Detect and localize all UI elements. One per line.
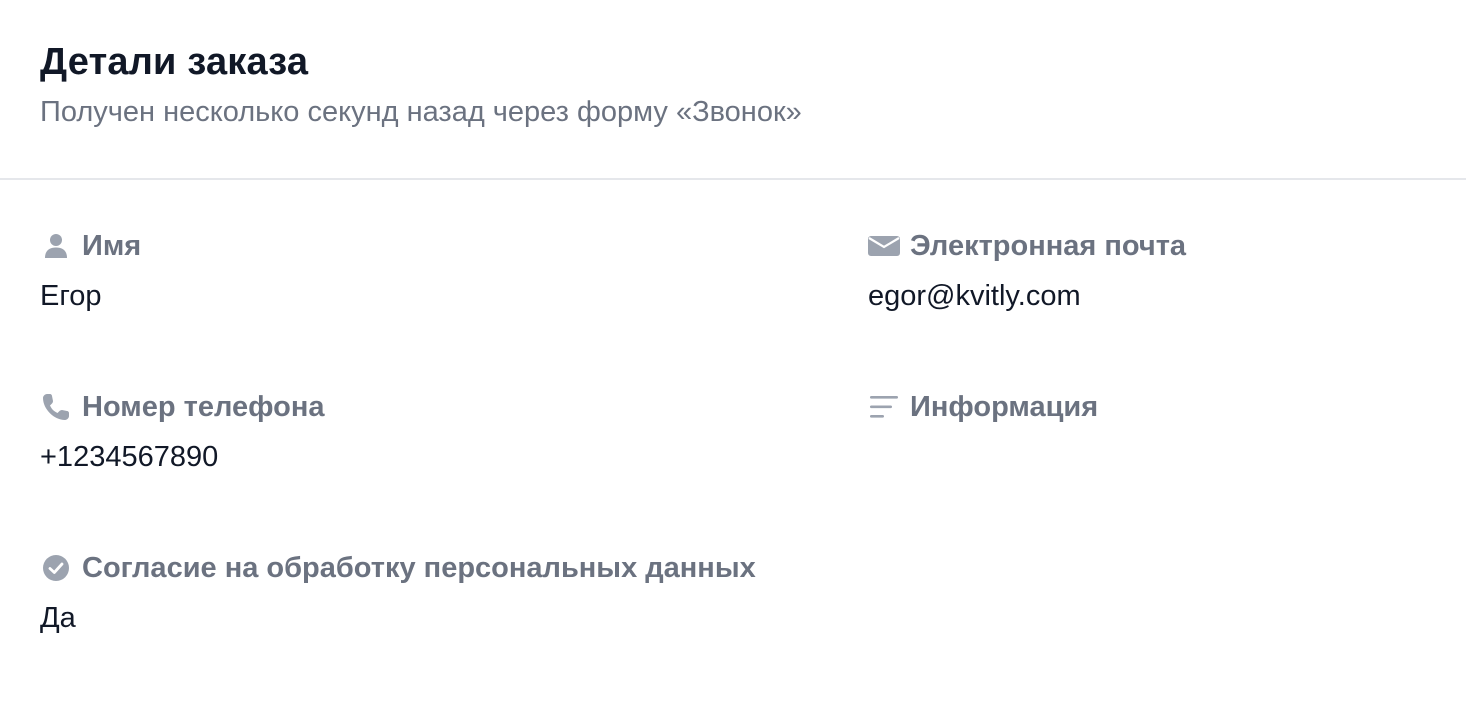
field-info-label: Информация xyxy=(868,387,1466,427)
page-subtitle: Получен несколько секунд назад через фор… xyxy=(40,96,802,128)
field-email-label-text: Электронная почта xyxy=(910,229,1187,262)
field-consent: Согласие на обработку персональных данны… xyxy=(40,548,868,709)
field-email: Электронная почта egor@kvitly.com xyxy=(868,226,1466,387)
page-title: Детали заказа xyxy=(40,41,309,83)
field-phone-label-text: Номер телефона xyxy=(82,390,325,423)
field-email-value: egor@kvitly.com xyxy=(868,280,1081,312)
field-email-label: Электронная почта xyxy=(868,226,1466,266)
phone-icon xyxy=(40,391,72,423)
field-name-value: Егор xyxy=(40,280,102,312)
field-info-label-text: Информация xyxy=(910,390,1099,423)
order-fields: Имя Егор Электронная почта egor@kvitly.c… xyxy=(0,180,1466,709)
field-phone-value: +1234567890 xyxy=(40,441,219,473)
envelope-icon xyxy=(868,230,900,262)
field-consent-value: Да xyxy=(40,602,76,634)
check-circle-icon xyxy=(40,552,72,584)
order-details-panel: Детали заказа Получен несколько секунд н… xyxy=(0,0,1466,678)
field-name: Имя Егор xyxy=(40,226,868,387)
text-lines-icon xyxy=(868,391,900,423)
field-consent-label: Согласие на обработку персональных данны… xyxy=(40,548,868,588)
field-phone: Номер телефона +1234567890 xyxy=(40,387,868,548)
field-name-label: Имя xyxy=(40,226,868,266)
field-phone-label: Номер телефона xyxy=(40,387,868,427)
user-icon xyxy=(40,230,72,262)
field-name-label-text: Имя xyxy=(82,229,142,262)
panel-header: Детали заказа Получен несколько секунд н… xyxy=(0,0,1466,180)
field-info: Информация xyxy=(868,387,1466,548)
field-consent-label-text: Согласие на обработку персональных данны… xyxy=(82,551,756,584)
